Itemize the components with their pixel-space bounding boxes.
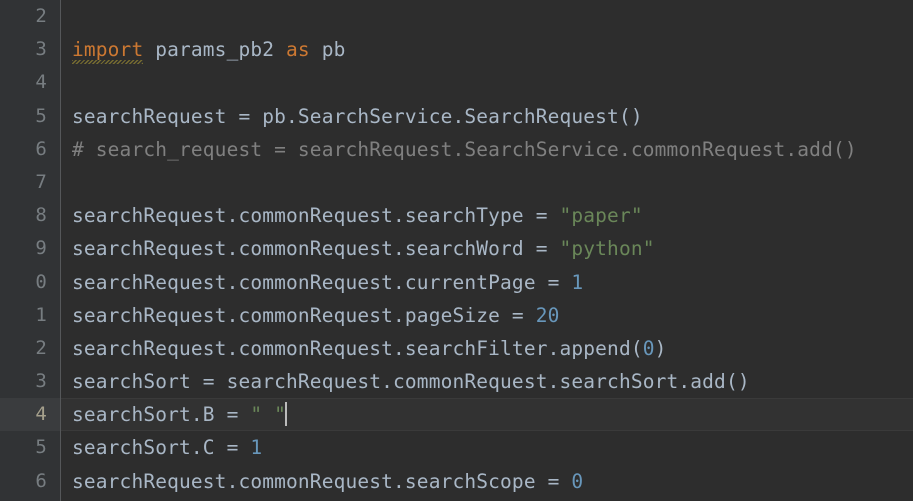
token: as (286, 38, 310, 62)
line-number[interactable]: 3 (0, 33, 60, 66)
code-text[interactable]: # search_request = searchRequest.SearchS… (72, 133, 857, 166)
code-text[interactable]: searchRequest.commonRequest.currentPage … (72, 266, 583, 299)
code-line[interactable]: 4 (0, 66, 913, 99)
code-line[interactable]: 3 import params_pb2 as pb (0, 33, 913, 66)
line-number[interactable]: 6 (0, 465, 60, 498)
token: params_pb2 (155, 38, 275, 62)
code-line[interactable]: 5 searchRequest = pb.SearchService.Search… (0, 100, 913, 133)
line-number[interactable]: 1 (0, 299, 60, 332)
line-number[interactable]: 0 (0, 266, 60, 299)
token: 0 (571, 469, 584, 493)
token: searchSort.B = (72, 403, 251, 427)
token: 0 (642, 336, 655, 360)
code-line[interactable]: 0 searchRequest.commonRequest.currentPage… (0, 266, 913, 299)
line-number[interactable]: 5 (0, 100, 60, 133)
code-text[interactable]: searchSort.B = " " (72, 398, 288, 431)
code-text[interactable]: searchRequest = pb.SearchService.SearchR… (72, 100, 643, 133)
token: 20 (535, 303, 560, 327)
line-number[interactable]: 4 (0, 66, 60, 99)
line-number[interactable]: 8 (0, 199, 60, 232)
line-number[interactable]: 9 (0, 232, 60, 265)
code-editor[interactable]: 2 3 import params_pb2 as pb 4 5 searchRequest… (0, 0, 913, 501)
token: searchSort.C = (72, 436, 251, 460)
code-text[interactable]: searchSort.C = 1 (72, 431, 262, 464)
code-line[interactable]: 4 searchSort.B = " " (0, 398, 913, 432)
code-line[interactable]: 2 (0, 0, 913, 33)
code-text[interactable]: searchRequest.commonRequest.searchWord =… (72, 232, 655, 265)
line-number[interactable]: 5 (0, 431, 60, 464)
line-number[interactable]: 4 (0, 398, 60, 432)
token: 1 (250, 436, 263, 460)
token: " " (250, 403, 287, 427)
token: 1 (571, 270, 584, 294)
code-text[interactable]: searchRequest.commonRequest.searchScope … (72, 465, 583, 498)
code-text[interactable]: searchRequest.commonRequest.pageSize = 2… (72, 299, 560, 332)
token: pb (321, 38, 346, 62)
token: "python" (559, 237, 655, 261)
code-text[interactable]: searchRequest.commonRequest.searchFilter… (72, 332, 667, 365)
text-caret (285, 402, 288, 427)
token: # search_request = searchRequest.SearchS… (72, 137, 857, 161)
token: searchRequest.commonRequest.currentPage … (72, 270, 572, 294)
token: ) (654, 336, 667, 360)
token: "paper" (559, 204, 643, 228)
code-line[interactable]: 8 searchRequest.commonRequest.searchType … (0, 199, 913, 232)
token: searchRequest.commonRequest.searchFilter… (72, 336, 643, 360)
gutter-separator (60, 0, 61, 501)
code-line[interactable]: 6 searchRequest.commonRequest.searchScope… (0, 465, 913, 498)
token: searchRequest.commonRequest.searchWord = (72, 237, 560, 261)
code-lines-container: 2 3 import params_pb2 as pb 4 5 searchRequest… (0, 0, 913, 501)
code-line[interactable]: 6 # search_request = searchRequest.Search… (0, 133, 913, 166)
token: searchRequest = pb.SearchService.SearchR… (72, 104, 643, 128)
line-number[interactable]: 2 (0, 332, 60, 365)
line-number[interactable]: 2 (0, 0, 60, 33)
code-line[interactable]: 5 searchSort.C = 1 (0, 431, 913, 464)
line-number[interactable]: 7 (0, 166, 60, 199)
token: searchRequest.commonRequest.searchType = (72, 204, 560, 228)
code-text[interactable]: searchRequest.commonRequest.searchType =… (72, 199, 643, 232)
line-number[interactable]: 6 (0, 133, 60, 166)
code-line[interactable]: 2 searchRequest.commonRequest.searchFilte… (0, 332, 913, 365)
code-line[interactable]: 1 searchRequest.commonRequest.pageSize = … (0, 299, 913, 332)
code-line[interactable]: 3 searchSort = searchRequest.commonReques… (0, 365, 913, 398)
code-line[interactable]: 9 searchRequest.commonRequest.searchWord … (0, 232, 913, 265)
token: searchRequest.commonRequest.pageSize = (72, 303, 536, 327)
line-number[interactable]: 3 (0, 365, 60, 398)
token-warning: import (72, 33, 144, 66)
token: searchRequest.commonRequest.searchScope … (72, 469, 572, 493)
token: searchSort = searchRequest.commonRequest… (72, 370, 750, 394)
code-text[interactable]: searchSort = searchRequest.commonRequest… (72, 365, 750, 398)
code-line[interactable]: 7 (0, 166, 913, 199)
code-text[interactable]: import params_pb2 as pb (72, 33, 345, 66)
